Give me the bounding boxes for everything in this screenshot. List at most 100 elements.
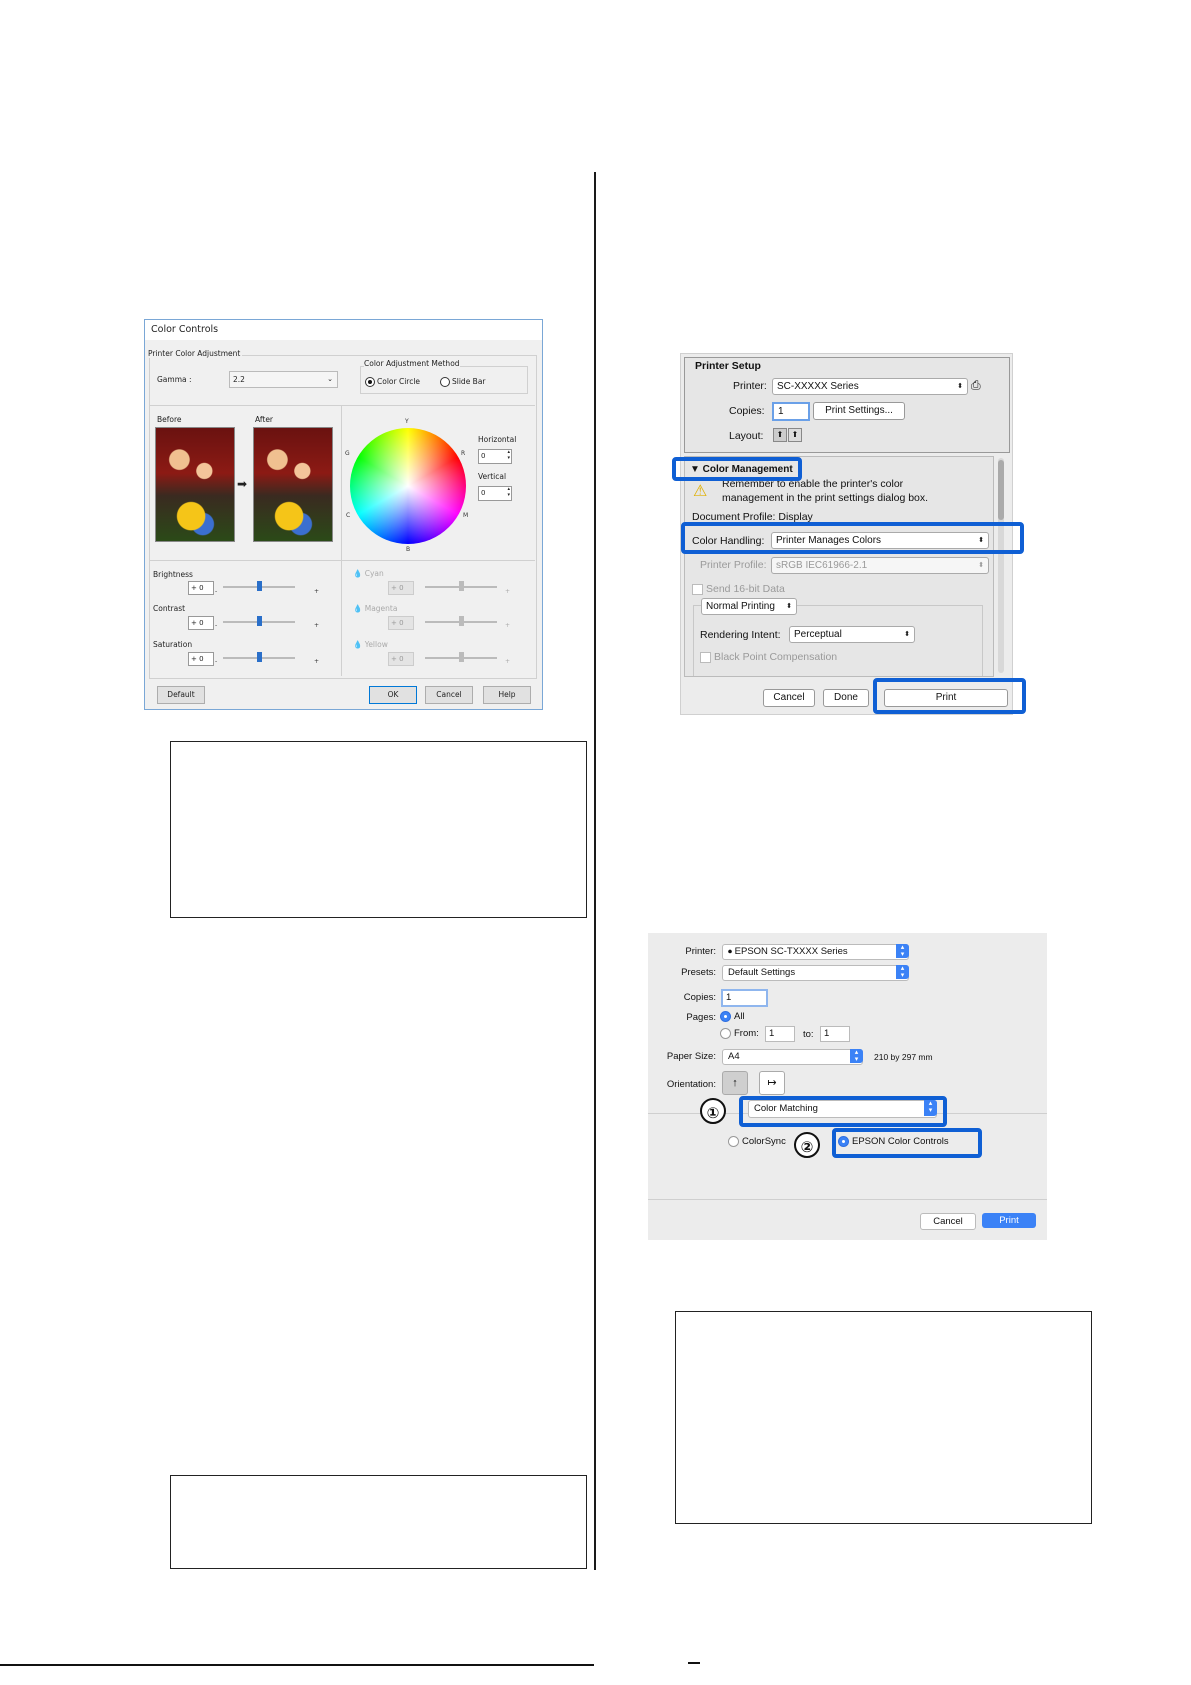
presets-label: Presets: — [681, 967, 716, 978]
ok-button[interactable]: OK — [369, 686, 417, 704]
yellow-plus: + — [505, 658, 511, 665]
printer-popup[interactable]: SC-XXXXX Series ⬍ — [772, 378, 968, 395]
vertical-separator — [341, 406, 342, 676]
pages-all-radio[interactable]: All — [720, 1011, 745, 1022]
print-cancel-button[interactable]: Cancel — [920, 1213, 976, 1230]
radio-slide-bar[interactable]: Slide Bar — [440, 377, 486, 387]
slider-thumb[interactable] — [257, 581, 262, 591]
dialog-title: Color Controls — [145, 320, 542, 340]
slider-thumb[interactable] — [459, 581, 464, 591]
after-label: After — [255, 415, 274, 424]
brightness-label: Brightness — [153, 570, 193, 579]
printer-utility-icon[interactable]: ⎙ — [971, 378, 981, 393]
contrast-plus: + — [314, 622, 320, 629]
pages-all-label: All — [734, 1011, 745, 1023]
paper-dimensions: 210 by 297 mm — [874, 1052, 933, 1062]
footer-rule — [0, 1664, 594, 1666]
scrollbar-thumb[interactable] — [998, 460, 1004, 520]
horizontal-label: Horizontal — [478, 435, 517, 444]
cancel-button[interactable]: Cancel — [425, 686, 473, 704]
setup-done-button[interactable]: Done — [823, 689, 869, 707]
brightness-minus: - — [215, 588, 218, 595]
help-button[interactable]: Help — [483, 686, 531, 704]
slider-thumb[interactable] — [257, 616, 262, 626]
updown-arrow-icon: ⬍ — [904, 631, 910, 638]
contrast-slider[interactable] — [223, 616, 295, 626]
brightness-value[interactable]: + 0 — [188, 581, 214, 595]
radio-color-circle[interactable]: Color Circle — [365, 377, 420, 387]
printer-profile-label: Printer Profile: — [700, 559, 767, 571]
cyan-label: 💧 Cyan — [353, 569, 384, 578]
to-input[interactable]: 1 — [820, 1026, 850, 1042]
colorsync-radio[interactable]: ColorSync — [728, 1136, 786, 1147]
saturation-slider[interactable] — [223, 652, 295, 662]
arrow-right-icon: ➡ — [237, 477, 248, 491]
magenta-label: 💧 Magenta — [353, 604, 397, 613]
slider-thumb[interactable] — [459, 616, 464, 626]
callout-1: ① — [700, 1098, 726, 1124]
copies-label: Copies: — [729, 405, 765, 417]
print-settings-button[interactable]: Print Settings... — [813, 402, 905, 420]
saturation-value[interactable]: + 0 — [188, 652, 214, 666]
chevron-down-icon: ⌄ — [327, 375, 333, 383]
rendering-intent-popup[interactable]: Perceptual ⬍ — [789, 626, 915, 643]
magenta-value[interactable]: + 0 — [388, 616, 414, 630]
paper-size-select[interactable]: A4 ▴ ▾ — [722, 1049, 863, 1065]
magenta-slider[interactable] — [425, 616, 497, 626]
yellow-slider[interactable] — [425, 652, 497, 662]
highlight-color-management — [672, 457, 802, 481]
send16-checkbox[interactable]: Send 16-bit Data — [692, 583, 785, 595]
contrast-value[interactable]: + 0 — [188, 616, 214, 630]
normal-printing-popup[interactable]: Normal Printing ⬍ — [701, 598, 797, 615]
vertical-spinner[interactable]: 0 — [478, 486, 512, 501]
highlight-epson-controls — [832, 1128, 982, 1158]
color-circle[interactable] — [350, 428, 466, 544]
updown-arrow-icon: ▴ ▾ — [850, 1049, 863, 1063]
brightness-slider[interactable] — [223, 581, 295, 591]
portrait-orientation-icon[interactable]: ↑ — [722, 1071, 748, 1095]
callout-2: ② — [794, 1132, 820, 1158]
cyan-slider[interactable] — [425, 581, 497, 591]
cyan-value[interactable]: + 0 — [388, 581, 414, 595]
updown-arrow-icon: ▴ ▾ — [896, 944, 909, 958]
presets-select[interactable]: Default Settings ▴ ▾ — [722, 965, 909, 981]
copies-input[interactable]: 1 — [772, 402, 810, 421]
radio-off-icon — [440, 377, 450, 387]
cyan-label-text: Cyan — [364, 569, 384, 578]
colorsync-label: ColorSync — [742, 1136, 786, 1148]
from-input[interactable]: 1 — [765, 1026, 795, 1042]
radio-color-circle-label: Color Circle — [377, 377, 421, 386]
printer-popup-value: SC-XXXXX Series — [777, 381, 859, 392]
print-print-button[interactable]: Print — [982, 1213, 1036, 1228]
updown-arrow-icon: ⬍ — [957, 383, 963, 390]
slider-thumb[interactable] — [257, 652, 262, 662]
printer-profile-popup[interactable]: sRGB IEC61966-2.1 ⬍ — [771, 557, 989, 574]
layout-portrait-icon[interactable]: ⬆ — [773, 428, 787, 442]
pages-from-label: From: — [734, 1028, 759, 1040]
print-printer-select[interactable]: ⏺ EPSON SC-TXXXX Series ▴ ▾ — [722, 944, 909, 960]
layout-landscape-icon[interactable]: ⬆ — [788, 428, 802, 442]
bpc-checkbox[interactable]: Black Point Compensation — [700, 651, 837, 663]
pages-from-radio[interactable]: From: — [720, 1028, 759, 1039]
bpc-label: Black Point Compensation — [714, 651, 838, 663]
gamma-select[interactable]: 2.2 ⌄ — [229, 371, 338, 388]
setup-cancel-button[interactable]: Cancel — [763, 689, 815, 707]
slider-thumb[interactable] — [459, 652, 464, 662]
default-button[interactable]: Default — [157, 686, 205, 704]
orientation-label: Orientation: — [666, 1079, 716, 1090]
highlight-print-button — [873, 678, 1026, 714]
color-controls-dialog: Color Controls Printer Color Adjustment … — [144, 319, 543, 710]
wheel-label-r: R — [461, 450, 466, 457]
scrollbar[interactable] — [998, 458, 1004, 673]
gamma-value: 2.2 — [233, 375, 245, 384]
wheel-label-y: Y — [405, 418, 409, 425]
landscape-orientation-icon[interactable]: ↦ — [759, 1071, 785, 1095]
checkbox-icon — [700, 651, 711, 663]
paper-size-value: A4 — [728, 1051, 740, 1062]
yellow-value[interactable]: + 0 — [388, 652, 414, 666]
print-copies-input[interactable]: 1 — [721, 989, 768, 1007]
print-bottom-separator — [648, 1199, 1047, 1200]
column-divider — [594, 172, 596, 1570]
brightness-plus: + — [314, 588, 320, 595]
horizontal-spinner[interactable]: 0 — [478, 449, 512, 464]
